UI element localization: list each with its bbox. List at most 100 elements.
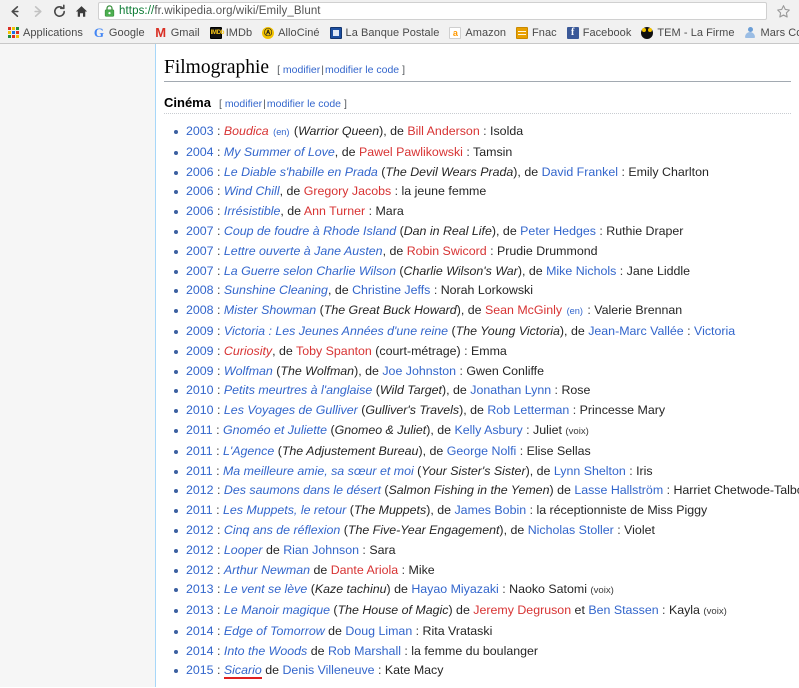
director-link[interactable]: Lynn Shelton (554, 464, 626, 478)
film-year[interactable]: 2009 (186, 364, 214, 378)
director-link[interactable]: Jeremy Degruson (473, 603, 571, 617)
home-button[interactable] (70, 1, 92, 21)
film-year[interactable]: 2011 (186, 464, 213, 478)
bookmark-fnac[interactable]: Fnac (511, 23, 562, 42)
bookmark-imdb[interactable]: IMDb IMDb (205, 23, 257, 42)
edit-source-link[interactable]: modifier le code (267, 98, 341, 110)
film-title-link[interactable]: Boudica (224, 124, 269, 138)
film-year[interactable]: 2010 (186, 383, 214, 397)
bookmark-la-banque-postale[interactable]: La Banque Postale (325, 23, 445, 42)
bookmark-gmail[interactable]: M Gmail (150, 23, 205, 42)
film-year[interactable]: 2011 (186, 444, 213, 458)
film-year[interactable]: 2010 (186, 403, 214, 417)
film-title-link[interactable]: Le vent se lève (224, 582, 307, 596)
film-title-link[interactable]: Ma meilleure amie, sa sœur et moi (223, 464, 414, 478)
film-year[interactable]: 2013 (186, 582, 214, 596)
film-year[interactable]: 2006 (186, 184, 214, 198)
director-link[interactable]: Nicholas Stoller (528, 523, 614, 537)
film-year[interactable]: 2012 (186, 523, 214, 537)
bookmark-star-button[interactable] (771, 1, 795, 21)
film-title-link[interactable]: Coup de foudre à Rhode Island (224, 224, 396, 238)
film-year[interactable]: 2011 (186, 423, 213, 437)
director-link[interactable]: Kelly Asbury (454, 423, 522, 437)
film-title-link[interactable]: Le Manoir magique (224, 603, 330, 617)
director-link[interactable]: Jonathan Lynn (470, 383, 551, 397)
bookmark-tem-la-firme[interactable]: TEM - La Firme (636, 23, 739, 42)
interlanguage-en-link[interactable]: (en) (272, 127, 290, 137)
back-button[interactable] (4, 1, 26, 21)
bookmark-mars-corporation[interactable]: Mars Corporation (740, 23, 799, 42)
film-year[interactable]: 2013 (186, 603, 214, 617)
director-link[interactable]: Lasse Hallström (574, 483, 663, 497)
director-link[interactable]: Rian Johnson (283, 543, 359, 557)
bookmark-amazon[interactable]: a Amazon (444, 23, 511, 42)
film-title-link[interactable]: Les Muppets, le retour (223, 503, 346, 517)
film-year[interactable]: 2012 (186, 483, 214, 497)
director-link[interactable]: Toby Spanton (296, 344, 372, 358)
reload-button[interactable] (48, 1, 70, 21)
director-link[interactable]: Denis Villeneuve (282, 663, 374, 677)
director-link[interactable]: Ben Stassen (588, 603, 658, 617)
bookmark-applications[interactable]: Applications (3, 23, 88, 42)
film-year[interactable]: 2008 (186, 283, 214, 297)
director-link[interactable]: Pawel Pawlikowski (359, 145, 463, 159)
film-title-link[interactable]: Into the Woods (224, 644, 307, 658)
film-year[interactable]: 2008 (186, 303, 214, 317)
film-year[interactable]: 2007 (186, 244, 214, 258)
director-link[interactable]: David Frankel (542, 165, 618, 179)
film-title-link[interactable]: Le Diable s'habille en Prada (224, 165, 378, 179)
film-title-link[interactable]: Edge of Tomorrow (224, 624, 325, 638)
director-link[interactable]: Jean-Marc Vallée (588, 324, 684, 338)
film-title-link[interactable]: La Guerre selon Charlie Wilson (224, 264, 396, 278)
director-link[interactable]: James Bobin (454, 503, 526, 517)
director-link[interactable]: George Nolfi (447, 444, 517, 458)
director-link[interactable]: Rob Marshall (328, 644, 401, 658)
film-title-link[interactable]: Mister Showman (224, 303, 316, 317)
director-link[interactable]: Bill Anderson (407, 124, 479, 138)
film-year[interactable]: 2007 (186, 264, 214, 278)
address-bar[interactable]: https://fr.wikipedia.org/wiki/Emily_Blun… (98, 2, 767, 20)
film-title-link[interactable]: Cinq ans de réflexion (224, 523, 340, 537)
film-year[interactable]: 2014 (186, 644, 214, 658)
film-title-link[interactable]: Wind Chill (224, 184, 280, 198)
film-title-link[interactable]: Looper (224, 543, 263, 557)
film-title-link[interactable]: Curiosity (224, 344, 272, 358)
director-link[interactable]: Doug Liman (345, 624, 412, 638)
film-title-link[interactable]: Des saumons dans le désert (224, 483, 381, 497)
bookmark-facebook[interactable]: f Facebook (562, 23, 637, 42)
film-year[interactable]: 2012 (186, 543, 214, 557)
film-title-link[interactable]: Wolfman (224, 364, 273, 378)
director-link[interactable]: Robin Swicord (407, 244, 487, 258)
film-year[interactable]: 2011 (186, 503, 213, 517)
edit-source-link[interactable]: modifier le code (325, 64, 399, 76)
interlanguage-en-link[interactable]: (en) (566, 306, 584, 316)
film-year[interactable]: 2007 (186, 224, 214, 238)
film-title-link[interactable]: Sunshine Cleaning (224, 283, 328, 297)
film-title-link[interactable]: Irrésistible (224, 204, 280, 218)
edit-link[interactable]: modifier (225, 98, 262, 110)
film-title-link[interactable]: Lettre ouverte à Jane Austen (224, 244, 383, 258)
film-title-link[interactable]: Arthur Newman (224, 563, 310, 577)
film-year[interactable]: 2009 (186, 324, 214, 338)
bookmark-google[interactable]: G Google (88, 23, 150, 42)
director-link[interactable]: Mike Nichols (546, 264, 616, 278)
director-link[interactable]: Rob Letterman (487, 403, 569, 417)
forward-button[interactable] (26, 1, 48, 21)
director-link[interactable]: Dante Ariola (331, 563, 399, 577)
film-title-link[interactable]: Sicario (223, 663, 262, 680)
film-year[interactable]: 2015 (186, 663, 214, 677)
edit-link[interactable]: modifier (283, 64, 320, 76)
film-year[interactable]: 2014 (186, 624, 214, 638)
director-link[interactable]: Christine Jeffs (352, 283, 430, 297)
film-title-link[interactable]: Les Voyages de Gulliver (224, 403, 358, 417)
film-title-link[interactable]: Gnoméo et Juliette (223, 423, 327, 437)
director-link[interactable]: Ann Turner (304, 204, 365, 218)
film-year[interactable]: 2012 (186, 563, 214, 577)
film-year[interactable]: 2006 (186, 165, 214, 179)
film-title-link[interactable]: Victoria : Les Jeunes Années d'une reine (224, 324, 448, 338)
bookmark-allocine[interactable]: Ⓐ AlloCiné (257, 23, 324, 42)
film-year[interactable]: 2009 (186, 344, 214, 358)
film-year[interactable]: 2004 (186, 145, 214, 159)
director-link[interactable]: Gregory Jacobs (304, 184, 391, 198)
director-link[interactable]: Sean McGinly (485, 303, 562, 317)
